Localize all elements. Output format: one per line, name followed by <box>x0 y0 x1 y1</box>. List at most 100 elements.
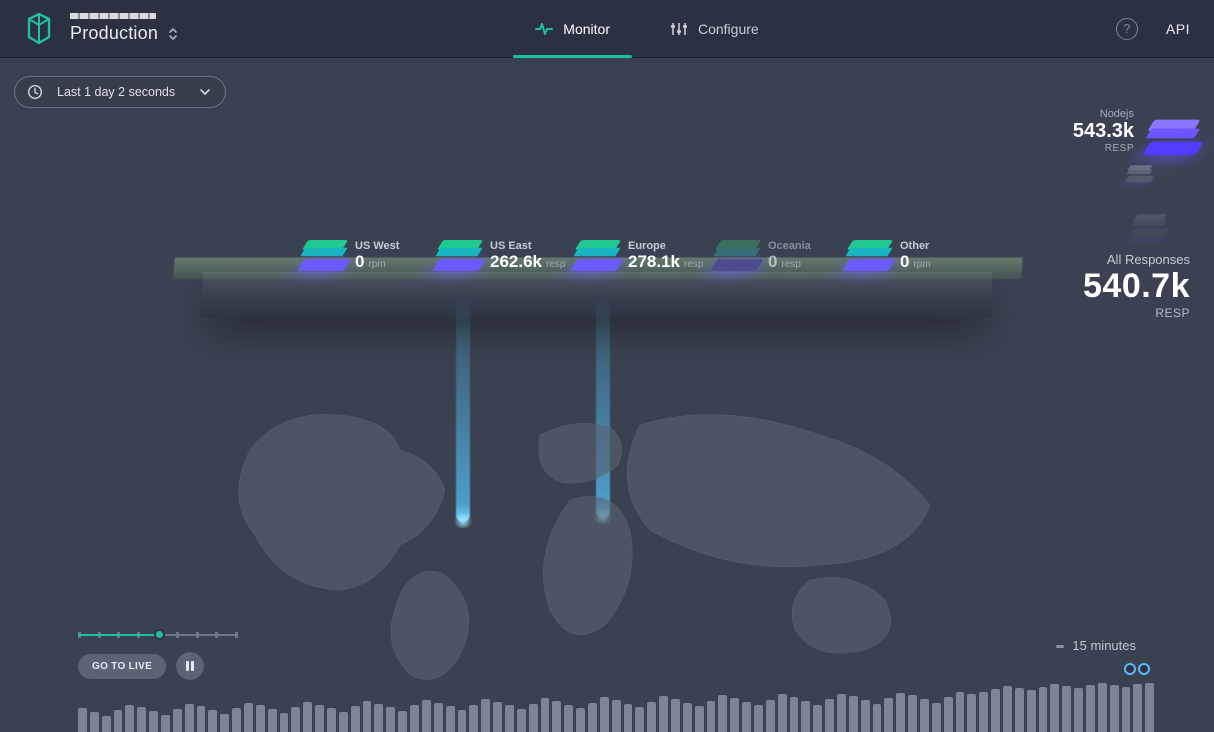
timeline-bar <box>493 702 502 732</box>
time-range-selector[interactable]: Last 1 day 2 seconds <box>14 76 226 108</box>
timeline-bar <box>1086 685 1095 732</box>
timeline-bar <box>991 689 1000 732</box>
timeline-bar <box>327 708 336 732</box>
region-unit: resp <box>546 259 565 270</box>
timeline-bar <box>422 700 431 732</box>
timeline-panel: GO TO LIVE 15 minutes <box>0 622 1214 732</box>
environment-selector[interactable]: Production <box>70 13 178 44</box>
timeline-bar <box>695 706 704 732</box>
region-value: 278.1k <box>628 252 680 272</box>
dash-icon <box>1056 645 1064 648</box>
timeline-bar <box>564 705 573 732</box>
environment-name: Production <box>70 23 158 44</box>
playback-speed-slider[interactable] <box>78 628 238 642</box>
timeline-bar <box>78 708 87 732</box>
api-link[interactable]: API <box>1166 21 1190 37</box>
timeline-bar <box>434 703 443 732</box>
timeline-bar <box>956 692 965 732</box>
app-header: Production Monitor Configure ? API <box>0 0 1214 58</box>
region-name: Oceania <box>768 240 843 252</box>
timeline-bar <box>600 697 609 732</box>
timeline-bar <box>374 704 383 732</box>
timeline-bar <box>813 705 822 732</box>
nav-configure[interactable]: Configure <box>670 0 759 57</box>
timeline-bar <box>197 706 206 732</box>
timeline-bar <box>363 701 372 732</box>
nav-monitor[interactable]: Monitor <box>535 0 610 57</box>
timeline-bar <box>90 712 99 732</box>
timeline-bar <box>896 693 905 732</box>
region-us-east[interactable]: US East 262.6kresp <box>440 236 565 276</box>
timeline-bar <box>244 703 253 732</box>
timeline-bar <box>861 700 870 732</box>
timeline-bar <box>1145 683 1154 732</box>
timeline-bar <box>754 705 763 732</box>
region-name: US East <box>490 240 565 252</box>
timeline-granularity-label: 15 minutes <box>1072 638 1136 653</box>
timeline-bar <box>529 704 538 732</box>
go-to-live-button[interactable]: GO TO LIVE <box>78 654 166 679</box>
pause-icon <box>185 660 195 672</box>
clock-icon <box>27 84 43 100</box>
chevron-down-icon <box>199 86 211 98</box>
timeline-bar <box>339 712 348 732</box>
region-cube-icon <box>578 236 618 276</box>
timeline-marker-end[interactable] <box>1124 663 1136 675</box>
geo-visualization[interactable]: US West 0rpm US East 262.6kresp Europe 2… <box>0 180 1214 632</box>
region-us-west[interactable]: US West 0rpm <box>305 236 430 276</box>
activity-icon <box>535 21 553 37</box>
timeline-bar <box>1050 684 1059 732</box>
timeline-bar <box>149 711 158 732</box>
region-oceania[interactable]: Oceania 0resp <box>718 236 843 276</box>
timeline-histogram[interactable] <box>78 677 1154 732</box>
pause-button[interactable] <box>176 652 204 680</box>
app-logo <box>24 12 54 46</box>
region-name: Europe <box>628 240 703 252</box>
region-unit: rpm <box>368 259 385 270</box>
timeline-bar <box>1133 684 1142 732</box>
timeline-bar <box>398 711 407 732</box>
timeline-bar <box>624 704 633 732</box>
timeline-bar <box>849 696 858 732</box>
timeline-bar <box>1027 690 1036 732</box>
region-unit: resp <box>781 259 800 270</box>
region-value: 0 <box>900 252 909 272</box>
timeline-bar <box>541 698 550 732</box>
timeline-bar <box>766 700 775 732</box>
nav-configure-label: Configure <box>698 21 759 37</box>
timeline-bar <box>588 703 597 732</box>
timeline-bar <box>220 714 229 732</box>
timeline-bar <box>505 705 514 732</box>
region-cube-icon <box>440 236 480 276</box>
timeline-bar <box>1122 687 1131 732</box>
timeline-bar <box>446 706 455 732</box>
timeline-bar <box>1003 686 1012 732</box>
timeline-bar <box>944 697 953 732</box>
timeline-bar <box>386 707 395 732</box>
timeline-bar <box>1074 688 1083 732</box>
timeline-bar <box>683 703 692 732</box>
timeline-bar <box>102 716 111 732</box>
timeline-bar <box>778 694 787 732</box>
timeline-bar <box>659 696 668 732</box>
region-other[interactable]: Other 0rpm <box>850 236 975 276</box>
timeline-bar <box>1015 688 1024 732</box>
timeline-bar <box>173 709 182 732</box>
timeline-bar <box>1062 686 1071 732</box>
help-icon[interactable]: ? <box>1116 18 1138 40</box>
region-europe[interactable]: Europe 278.1kresp <box>578 236 703 276</box>
timeline-bar <box>125 705 134 732</box>
timeline-bar <box>256 705 265 732</box>
region-cube-icon <box>718 236 758 276</box>
timeline-bar <box>280 713 289 732</box>
timeline-bar <box>232 708 241 732</box>
timeline-bar <box>801 701 810 732</box>
timeline-bar <box>730 698 739 732</box>
slider-knob[interactable] <box>154 629 165 640</box>
timeline-bar <box>908 695 917 732</box>
timeline-bar <box>1039 687 1048 732</box>
region-cube-icon <box>305 236 345 276</box>
nav-monitor-label: Monitor <box>563 21 610 37</box>
region-name: US West <box>355 240 430 252</box>
timeline-marker-start[interactable] <box>1138 663 1150 675</box>
